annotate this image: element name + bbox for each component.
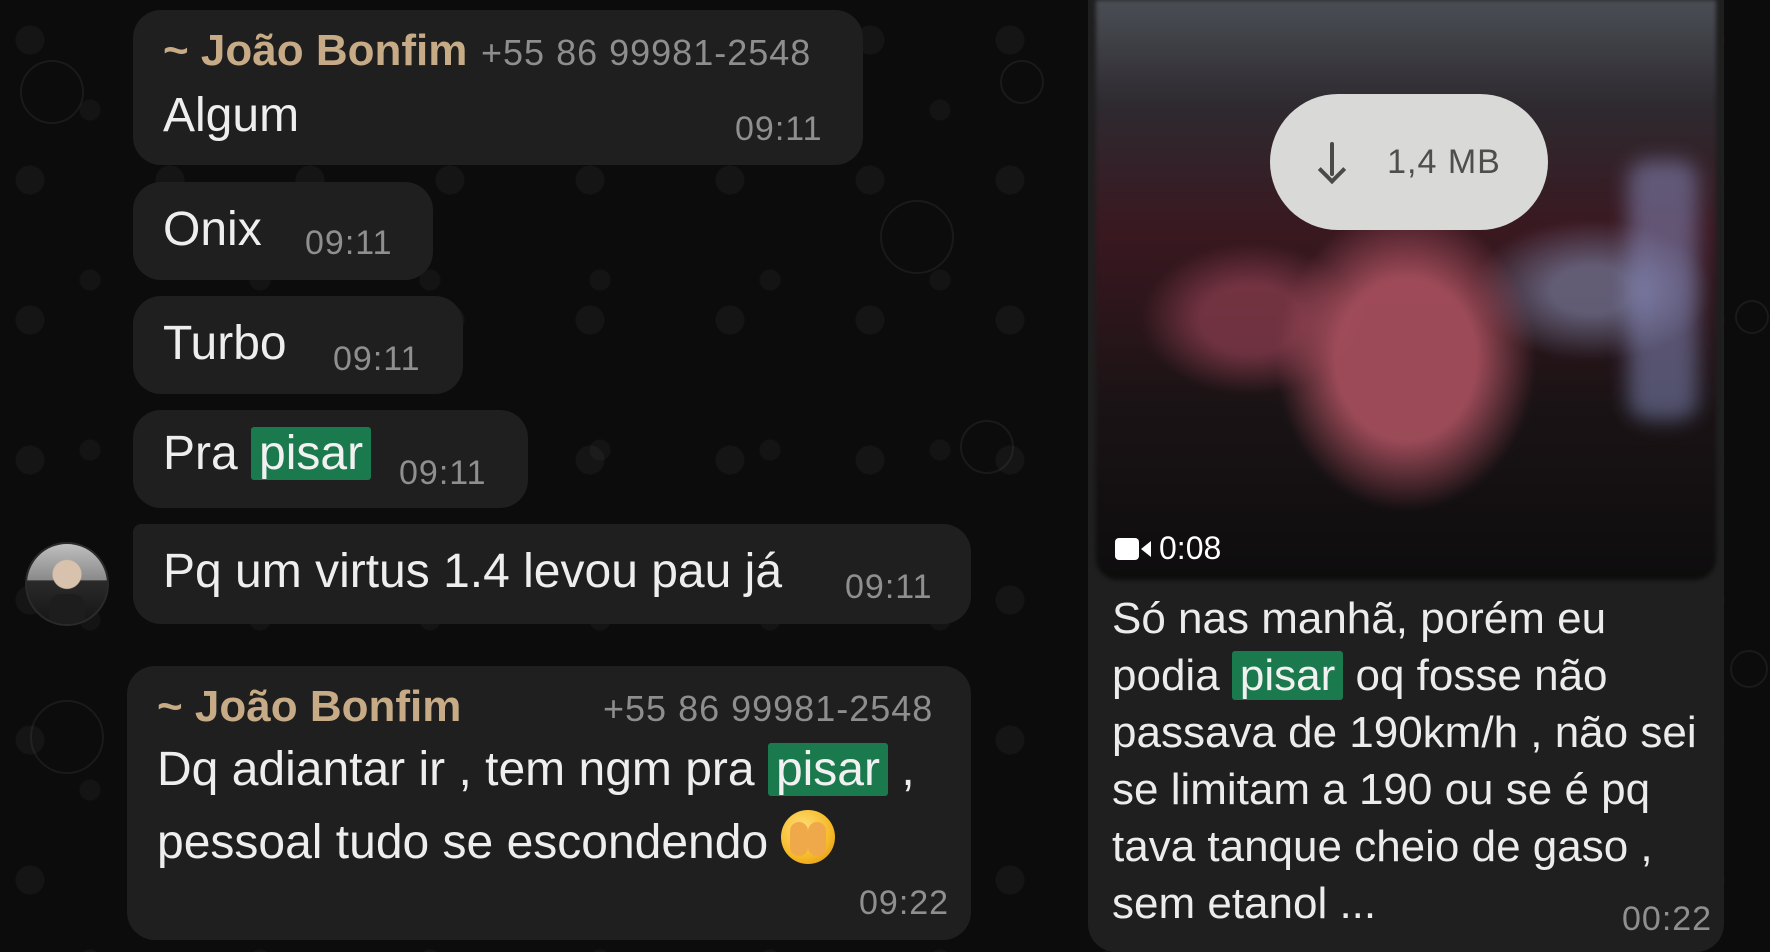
wallpaper-doodle (1000, 60, 1044, 104)
wallpaper-doodle (880, 200, 954, 274)
message-bubble[interactable]: Pra pisar 09:11 (133, 410, 528, 508)
message-text: Onix (163, 203, 262, 256)
avatar[interactable] (25, 542, 109, 626)
message-time: 09:22 (859, 884, 950, 922)
message-text: Algum (163, 89, 300, 142)
message-text-part: pessoal tudo se escondendo (157, 816, 769, 869)
caption-line: Só nas manhã, porém eu (1112, 594, 1607, 643)
wallpaper-doodle (1735, 300, 1769, 334)
caption-line: podia pisar oq fosse não (1112, 647, 1712, 704)
video-duration-text: 0:08 (1159, 530, 1222, 566)
message-bubble[interactable]: Pq um virtus 1.4 levou pau já 09:11 (133, 524, 971, 624)
message-bubble[interactable]: Onix 09:11 (133, 182, 433, 280)
download-arrow-icon (1317, 142, 1347, 182)
message-text: Pq um virtus 1.4 levou pau já (163, 545, 783, 598)
caption-text-part: oq fosse não (1355, 651, 1608, 700)
caption-text-part: podia (1112, 651, 1220, 700)
message-bubble[interactable]: ~ João Bonfim +55 86 99981-2548 Algum 09… (133, 10, 863, 165)
search-highlight: pisar (1231, 651, 1344, 700)
caption-line: passava de 190km/h , não sei (1112, 708, 1697, 757)
sender-name[interactable]: ~ João Bonfim (163, 26, 467, 76)
search-highlight: pisar (767, 743, 888, 796)
caption-line: tava tanque cheio de gaso , (1112, 822, 1653, 871)
message-time: 09:11 (399, 454, 487, 492)
message-time: 09:11 (735, 110, 823, 148)
download-button[interactable]: 1,4 MB (1270, 94, 1548, 230)
video-thumbnail-blur (1628, 160, 1698, 420)
video-thumbnail[interactable] (1096, 0, 1716, 580)
wallpaper-doodle (30, 700, 104, 774)
message-text-part: Dq adiantar ir , tem ngm pra (157, 743, 755, 796)
message-text: Pra pisar (163, 426, 372, 481)
video-duration: 0:08 (1115, 530, 1221, 567)
video-camera-icon (1115, 537, 1151, 560)
message-time: 09:11 (333, 340, 421, 378)
wallpaper-doodle (1730, 650, 1768, 688)
message-bubble[interactable]: ~ João Bonfim +55 86 99981-2548 Dq adian… (127, 666, 971, 940)
message-text: Turbo (163, 317, 287, 370)
message-bubble[interactable]: Turbo 09:11 (133, 296, 463, 394)
message-time: 00:22 (1622, 900, 1713, 938)
wallpaper-doodle (20, 60, 84, 124)
sender-phone: +55 86 99981-2548 (481, 32, 812, 73)
caption-line: se limitam a 190 ou se é pq (1112, 765, 1651, 814)
message-text-line: Dq adiantar ir , tem ngm pra pisar , (157, 742, 915, 797)
search-highlight: pisar (251, 427, 372, 480)
sender-name[interactable]: ~ João Bonfim (157, 682, 461, 732)
message-text-line: pessoal tudo se escondendo (157, 810, 836, 870)
message-text-part: Pra (163, 427, 238, 480)
video-caption: Só nas manhã, porém eu podia pisar oq fo… (1112, 590, 1712, 932)
message-time: 09:11 (305, 224, 393, 262)
see-no-evil-emoji-icon (781, 810, 836, 864)
download-size: 1,4 MB (1387, 142, 1501, 181)
avatar-figure (49, 594, 85, 624)
message-text-part: , (901, 743, 915, 796)
sender-phone: +55 86 99981-2548 (603, 688, 934, 729)
message-time: 09:11 (845, 568, 933, 606)
wallpaper-doodle (960, 420, 1014, 474)
